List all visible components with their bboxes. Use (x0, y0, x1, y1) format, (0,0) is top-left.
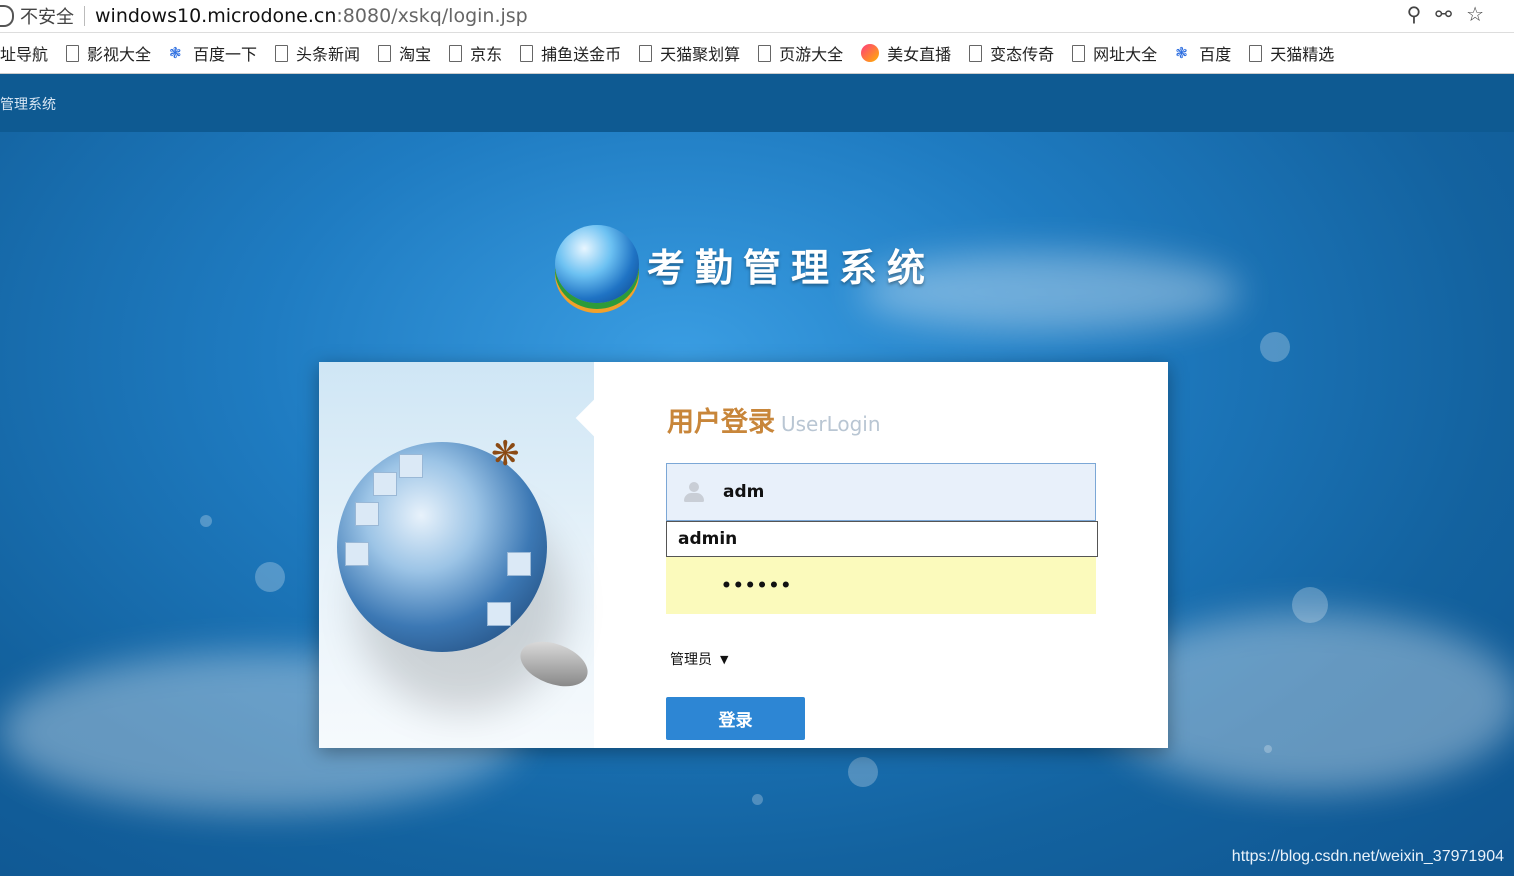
password-field[interactable]: •••••• (666, 557, 1096, 614)
bookmark-label: 影视大全 (87, 45, 152, 64)
bookmark-item[interactable]: 淘宝 (378, 41, 431, 65)
username-input[interactable] (721, 481, 1065, 503)
bookmark-item[interactable]: 天猫精选 (1249, 41, 1334, 65)
page-icon (969, 44, 983, 62)
login-card: ❋ 用户登录UserLogin admin •••••• 管理员 ▼ 登录 (319, 362, 1168, 748)
login-illustration-pane: ❋ (319, 362, 594, 748)
computer-mouse-icon (514, 633, 594, 695)
bookmark-item[interactable]: 头条新闻 (275, 41, 360, 65)
bookmark-item[interactable]: 捕鱼送金币 (520, 41, 621, 65)
login-title-cn: 用户登录 (667, 407, 775, 438)
page-icon (378, 44, 392, 62)
bubble-decoration (752, 794, 763, 805)
url-path[interactable]: :8080/xskq/login.jsp (336, 5, 527, 27)
page-icon (66, 44, 80, 62)
live-icon (861, 44, 880, 62)
dropdown-arrow-icon: ▼ (720, 652, 729, 666)
bookmark-label: 天猫聚划算 (660, 45, 741, 64)
puzzle-piece (399, 454, 423, 478)
baidu-paw-icon: ❃ (169, 44, 182, 62)
bookmark-item[interactable]: 网址大全 (1072, 41, 1157, 65)
username-field[interactable] (666, 463, 1096, 521)
bookmark-label: 页游大全 (779, 45, 844, 64)
app-header: 管理系统 (0, 74, 1514, 132)
butterfly-icon: ❋ (491, 434, 520, 474)
page-icon (1072, 44, 1086, 62)
bookmark-label: 变态传奇 (990, 45, 1055, 64)
puzzle-piece (487, 602, 511, 626)
bookmark-item[interactable]: 变态传奇 (969, 41, 1054, 65)
page-icon (639, 44, 653, 62)
bookmark-item[interactable]: 影视大全 (66, 41, 151, 65)
baidu-paw-icon: ❃ (1175, 44, 1188, 62)
logo-title: 考勤管理系统 (647, 244, 936, 290)
site-info[interactable]: 不安全 (0, 3, 74, 29)
bookmark-label: 网址大全 (1093, 45, 1158, 64)
info-icon (0, 5, 14, 27)
bookmark-item[interactable]: 天猫聚划算 (639, 41, 740, 65)
url-host[interactable]: windows10.microdone.cn (95, 5, 336, 27)
page-icon (520, 44, 534, 62)
bookmark-item[interactable]: ❃ 百度 (1175, 41, 1231, 65)
bookmark-item[interactable]: 京东 (449, 41, 502, 65)
bubble-decoration (1264, 745, 1272, 753)
app-logo: 考勤管理系统 (555, 225, 935, 303)
globe-logo-icon (555, 225, 639, 303)
autocomplete-dropdown[interactable]: admin (666, 521, 1098, 557)
bookmark-label: 天猫精选 (1270, 45, 1335, 64)
page-icon (275, 44, 289, 62)
page-icon (758, 44, 772, 62)
bookmarks-bar: 址导航 影视大全 ❃ 百度一下 头条新闻 淘宝 京东 捕鱼送金币 天猫聚划算 页游大全 美女直播 变态… (0, 33, 1514, 74)
bookmark-label: 捕鱼送金币 (541, 45, 622, 64)
url-separator (84, 6, 85, 26)
user-icon (683, 481, 705, 503)
bookmark-item[interactable]: 址导航 (0, 41, 48, 65)
bookmark-item[interactable]: 美女直播 (861, 41, 951, 65)
bookmark-label: 头条新闻 (296, 45, 361, 64)
puzzle-piece (345, 542, 369, 566)
bookmark-item[interactable]: ❃ 百度一下 (169, 41, 257, 65)
bookmark-label: 京东 (470, 45, 503, 64)
key-icon[interactable]: ⚯ (1435, 2, 1452, 26)
app-header-title: 管理系统 (0, 97, 56, 113)
bubble-decoration (200, 515, 212, 527)
page-icon (1249, 44, 1263, 62)
puzzle-piece (507, 552, 531, 576)
bookmark-label: 百度一下 (193, 45, 258, 64)
bubble-decoration (1260, 332, 1290, 362)
bookmark-item[interactable]: 页游大全 (758, 41, 843, 65)
role-selected: 管理员 (670, 652, 712, 668)
bookmark-label: 百度 (1199, 45, 1232, 64)
password-mask: •••••• (721, 575, 793, 596)
zoom-icon[interactable]: ⚲ (1407, 2, 1422, 26)
watermark-url: https://blog.csdn.net/weixin_37971904 (1231, 848, 1504, 865)
bookmark-label: 址导航 (0, 45, 49, 64)
role-select[interactable]: 管理员 ▼ (670, 649, 728, 669)
puzzle-piece (355, 502, 379, 526)
security-label: 不安全 (20, 7, 74, 28)
bubble-decoration (848, 757, 878, 787)
bubble-decoration (1292, 587, 1328, 623)
browser-url-bar[interactable]: 不安全 windows10.microdone.cn:8080/xskq/log… (0, 0, 1514, 33)
page-icon (449, 44, 463, 62)
puzzle-piece (373, 472, 397, 496)
autocomplete-option[interactable]: admin (678, 529, 737, 549)
bookmark-label: 淘宝 (399, 45, 432, 64)
login-title: 用户登录 UserLogin (667, 400, 881, 439)
url-bar-actions: ⚲ ⚯ ☆ (1407, 2, 1484, 26)
bookmark-label: 美女直播 (887, 45, 952, 64)
star-icon[interactable]: ☆ (1466, 2, 1484, 26)
bubble-decoration (255, 562, 285, 592)
login-title-en: UserLogin (781, 412, 881, 436)
login-button[interactable]: 登录 (666, 697, 805, 740)
